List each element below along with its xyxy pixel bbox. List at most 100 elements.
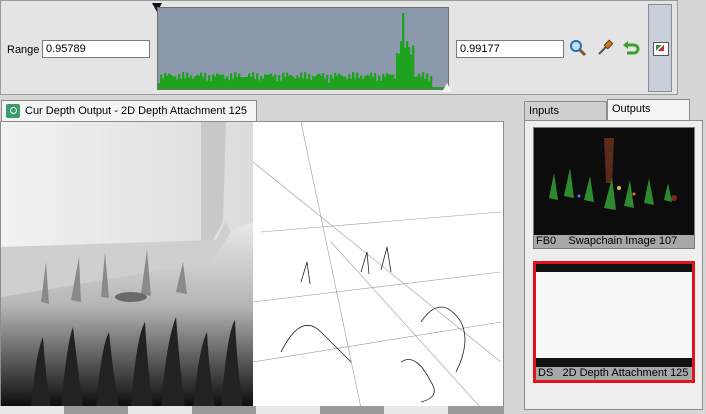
histogram-bar — [430, 76, 433, 89]
histogram-bar — [184, 78, 187, 89]
histogram-bar — [420, 76, 423, 89]
tab-outputs[interactable]: Outputs — [607, 99, 690, 121]
histogram-bar — [322, 73, 325, 89]
histogram-bar — [428, 80, 431, 89]
histogram-bar — [344, 76, 347, 89]
histogram-bar — [396, 53, 399, 89]
histogram-bar — [284, 77, 287, 89]
histogram-bar — [290, 74, 293, 89]
texture-icon — [6, 104, 20, 118]
histogram-bar — [302, 78, 305, 89]
histogram-bar — [402, 13, 405, 89]
histogram-bar — [414, 76, 417, 89]
histogram-bar — [158, 83, 161, 89]
histogram-bar — [366, 74, 369, 89]
histogram-bar — [400, 41, 403, 89]
histogram-bar — [236, 76, 239, 89]
undo-arrow-icon[interactable] — [622, 39, 640, 57]
histogram-bar — [224, 78, 227, 89]
swapchain-preview — [534, 128, 694, 235]
histogram-bar — [382, 74, 385, 89]
histogram-bar — [342, 76, 345, 89]
histogram-bar — [174, 76, 177, 89]
range-min-input[interactable]: 0.95789 — [42, 40, 150, 58]
histogram-bar — [278, 75, 281, 89]
histogram-bar — [390, 74, 393, 89]
histogram-bar — [288, 75, 291, 89]
histogram-bar — [296, 75, 299, 89]
histogram-bar — [166, 75, 169, 89]
histogram-bar — [324, 78, 327, 89]
histogram-bar — [356, 72, 359, 89]
histogram-bar — [392, 74, 395, 89]
histogram-bar — [374, 73, 377, 89]
histogram-bar — [338, 73, 341, 89]
histogram-bar — [270, 73, 273, 89]
histogram-bar — [334, 72, 337, 89]
histogram-bar — [248, 73, 251, 89]
histogram-bar — [418, 73, 421, 89]
histogram-bar — [328, 82, 331, 89]
output-thumbnail-fb0[interactable]: FB0 Swapchain Image 107 — [533, 127, 695, 249]
histogram-bar — [218, 74, 221, 89]
output-slot: FB0 — [536, 235, 557, 247]
histogram-bar — [228, 80, 231, 89]
histogram-bar — [182, 72, 185, 89]
histogram-bar — [298, 77, 301, 89]
range-label: Range — [7, 44, 40, 56]
histogram-bar — [226, 76, 229, 89]
texture-viewport[interactable] — [0, 121, 504, 407]
histogram-bar — [364, 76, 367, 89]
histogram-bar — [246, 76, 249, 89]
output-thumbnail-ds[interactable]: DS 2D Depth Attachment 125 — [533, 261, 695, 383]
histogram-bar — [252, 72, 255, 89]
histogram-bar — [310, 79, 313, 89]
range-max-input[interactable]: 0.99177 — [456, 40, 564, 58]
histogram-bar — [308, 74, 311, 89]
histogram-icon — [653, 42, 669, 56]
histogram-bar — [386, 73, 389, 89]
histogram-bar — [262, 78, 265, 89]
histogram-bar — [306, 78, 309, 89]
histogram-bar — [408, 47, 411, 89]
histogram-bar — [300, 72, 303, 89]
histogram-bar — [168, 73, 171, 89]
histogram-bar — [196, 74, 199, 89]
histogram-bar — [340, 75, 343, 89]
histogram-bar — [406, 41, 409, 89]
histogram-bar — [282, 72, 285, 89]
magnifier-icon[interactable] — [569, 39, 587, 57]
histogram-bar — [438, 87, 441, 89]
histogram-bar — [162, 78, 165, 89]
histogram-bar — [432, 87, 435, 89]
histogram-bar — [238, 73, 241, 89]
histogram-toggle-button[interactable] — [648, 4, 672, 92]
histogram-bar — [330, 74, 333, 89]
histogram-bar — [204, 72, 207, 89]
checkerboard-strip — [0, 406, 504, 414]
histogram-bar — [210, 80, 213, 89]
histogram-bar — [260, 76, 263, 89]
histogram-bar — [194, 76, 197, 89]
histogram-bar — [256, 73, 259, 89]
histogram-bar — [336, 75, 339, 89]
histogram-bar — [250, 76, 253, 89]
histogram-bar — [332, 78, 335, 89]
range-max-handle[interactable] — [442, 83, 452, 92]
histogram-bar — [380, 80, 383, 89]
depth-preview — [536, 272, 692, 358]
histogram-bar — [206, 80, 209, 89]
histogram-bar — [384, 76, 387, 89]
histogram-bar — [230, 73, 233, 89]
histogram-bar — [160, 74, 163, 89]
histogram-bar — [394, 78, 397, 89]
histogram-bar — [294, 78, 297, 89]
histogram-bar — [274, 74, 277, 89]
histogram-bar — [208, 75, 211, 89]
histogram-bar — [202, 77, 205, 89]
histogram-bar — [176, 79, 179, 89]
tab-cur-depth-output[interactable]: Cur Depth Output - 2D Depth Attachment 1… — [1, 100, 257, 122]
eyedropper-icon[interactable] — [596, 39, 614, 57]
depth-image — [1, 122, 503, 406]
depth-histogram[interactable] — [157, 7, 449, 90]
